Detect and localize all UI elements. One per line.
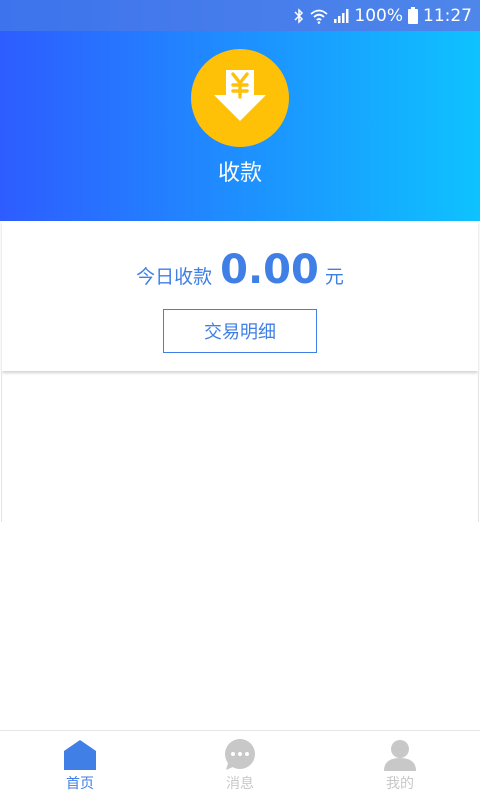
nav-item-home[interactable]: 首页 xyxy=(0,731,160,800)
bottom-nav: 首页 消息 我的 xyxy=(0,730,480,800)
yuan-download-icon xyxy=(191,49,289,147)
today-amount: 0.00 xyxy=(220,247,319,293)
home-icon xyxy=(64,740,96,770)
app-screen: 100% 11:27 收款 今日收款 0.00 元 交易明细 首页 消息 我的 xyxy=(0,0,480,800)
battery-percent: 100% xyxy=(354,5,403,26)
profile-icon xyxy=(384,740,416,771)
collect-header: 收款 xyxy=(0,31,480,221)
wifi-icon xyxy=(310,8,328,24)
currency-unit: 元 xyxy=(324,266,344,288)
battery-icon xyxy=(408,7,418,24)
status-indicators: 100% 11:27 xyxy=(293,0,472,31)
nav-label-messages: 消息 xyxy=(226,776,254,792)
signal-icon xyxy=(333,8,349,24)
today-summary-card: 今日收款 0.00 元 交易明细 xyxy=(2,221,478,371)
today-total-row: 今日收款 0.00 元 xyxy=(2,247,478,297)
today-label: 今日收款 xyxy=(136,266,213,288)
bluetooth-icon xyxy=(293,7,305,24)
divider-left xyxy=(1,372,2,522)
nav-label-profile: 我的 xyxy=(386,776,414,792)
message-icon xyxy=(225,739,255,770)
page-title: 收款 xyxy=(217,161,262,186)
divider-right xyxy=(478,372,479,522)
nav-item-messages[interactable]: 消息 xyxy=(160,731,320,800)
nav-item-profile[interactable]: 我的 xyxy=(320,731,480,800)
transaction-detail-button[interactable]: 交易明细 xyxy=(163,309,317,353)
clock-time: 11:27 xyxy=(423,5,472,26)
status-bar: 100% 11:27 xyxy=(0,0,480,31)
nav-label-home: 首页 xyxy=(66,776,94,792)
